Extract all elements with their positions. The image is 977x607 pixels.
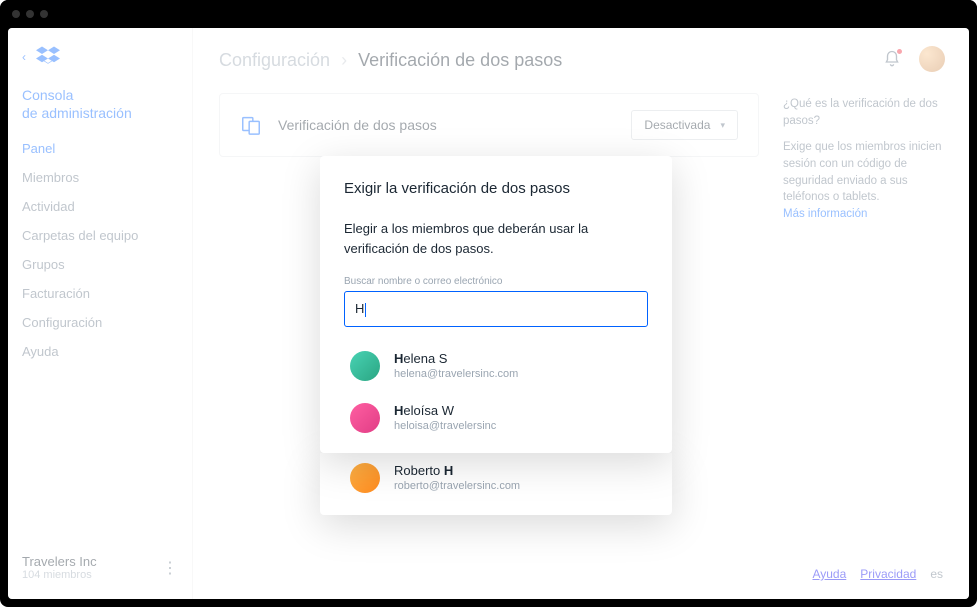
chevron-right-icon: › [341,50,347,70]
member-email: helena@travelersinc.com [394,368,518,380]
member-avatar [350,403,380,433]
breadcrumb-current: Verificación de dos pasos [358,50,562,70]
member-email: heloisa@travelersinc [394,420,496,432]
suggestion-item[interactable]: Helena S helena@travelersinc.com [344,341,648,393]
sidebar-item-panel[interactable]: Panel [8,134,192,163]
sidebar: ‹ Consola de administración Panel Miembr… [8,28,193,599]
card-title: Verificación de dos pasos [278,117,437,133]
info-question: ¿Qué es la verificación de dos pasos? [783,96,943,129]
footer-lang[interactable]: es [930,567,943,581]
member-email: roberto@travelersinc.com [394,480,520,492]
console-heading: Consola de administración [8,86,192,134]
breadcrumb-parent[interactable]: Configuración [219,50,330,70]
two-step-card: Verificación de dos pasos Desactivada ▾ [219,93,759,157]
sidebar-item-billing[interactable]: Facturación [8,279,192,308]
footer-privacy-link[interactable]: Privacidad [860,567,916,581]
member-search-input[interactable]: H [344,291,648,327]
modal-description: Elegir a los miembros que deberán usar l… [344,219,648,258]
info-body: Exige que los miembros inicien sesión co… [783,139,943,206]
notification-bell-icon[interactable] [883,50,901,68]
suggestion-item[interactable]: Heloísa W heloisa@travelersinc [344,393,648,445]
two-step-icon [240,114,262,136]
sidebar-item-groups[interactable]: Grupos [8,250,192,279]
footer-help-link[interactable]: Ayuda [812,567,846,581]
notification-badge [896,48,903,55]
member-name: Roberto H [394,463,520,478]
dropbox-logo-icon [36,46,60,68]
status-dropdown[interactable]: Desactivada ▾ [631,110,738,140]
org-name: Travelers Inc [22,554,97,569]
info-panel: ¿Qué es la verificación de dos pasos? Ex… [783,96,943,223]
org-member-count: 104 miembros [22,569,97,581]
member-name: Heloísa W [394,403,496,418]
back-caret-icon[interactable]: ‹ [22,50,26,64]
require-two-step-modal: Exigir la verificación de dos pasos Eleg… [320,156,672,453]
sidebar-item-members[interactable]: Miembros [8,163,192,192]
sidebar-item-help[interactable]: Ayuda [8,337,192,366]
sidebar-item-team-folders[interactable]: Carpetas del equipo [8,221,192,250]
search-label: Buscar nombre o correo electrónico [344,276,648,287]
modal-title: Exigir la verificación de dos pasos [344,180,648,197]
sidebar-item-settings[interactable]: Configuración [8,308,192,337]
suggestion-item[interactable]: Roberto H roberto@travelersinc.com [344,453,648,505]
window-titlebar [0,0,977,28]
member-avatar [350,463,380,493]
member-avatar [350,351,380,381]
kebab-menu-icon[interactable]: ⋮ [162,558,178,578]
user-avatar[interactable] [919,46,945,72]
sidebar-item-activity[interactable]: Actividad [8,192,192,221]
chevron-down-icon: ▾ [720,120,725,131]
breadcrumb: Configuración › Verificación de dos paso… [219,50,943,71]
more-info-link[interactable]: Más información [783,208,867,220]
member-name: Helena S [394,351,518,366]
